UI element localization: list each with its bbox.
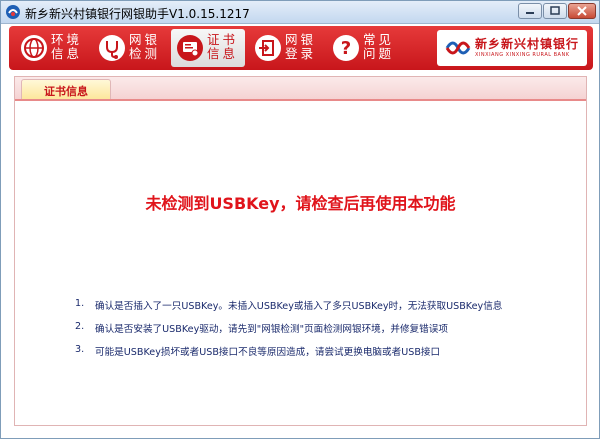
nav-cert-label: 证书 信息 xyxy=(207,32,239,61)
nav-login-label: 网银 登录 xyxy=(285,32,317,61)
app-window: 新乡新兴村镇银行网银助手V1.0.15.1217 环境 信息 网银 检测 证书 … xyxy=(0,0,600,439)
tab-strip: 证书信息 xyxy=(15,77,586,101)
bank-logo: 新乡新兴村镇银行 XINXIANG XINXING RURAL BANK xyxy=(437,30,587,66)
minimize-button[interactable] xyxy=(518,3,542,19)
content-panel: 证书信息 未检测到USBKey，请检查后再使用本功能 1. 确认是否插入了一只U… xyxy=(14,76,587,426)
nav-bank-check[interactable]: 网银 检测 xyxy=(93,29,167,67)
step-text: 确认是否安装了USBKey驱动，请先到"网银检测"页面检测网银环境，并修复错误项 xyxy=(95,324,448,335)
list-item: 3. 可能是USBKey损坏或者USB接口不良等原因造成，请尝试更换电脑或者US… xyxy=(75,344,575,367)
troubleshoot-steps: 1. 确认是否插入了一只USBKey。未插入USBKey或插入了多只USBKey… xyxy=(75,298,575,367)
login-door-icon xyxy=(255,35,281,61)
bank-emblem-icon xyxy=(445,41,471,55)
maximize-button[interactable] xyxy=(543,3,567,19)
certificate-icon xyxy=(177,35,203,61)
nav-bank-login[interactable]: 网银 登录 xyxy=(249,29,323,67)
nav-check-label: 网银 检测 xyxy=(129,32,161,61)
bank-subtitle: XINXIANG XINXING RURAL BANK xyxy=(475,52,570,58)
maximize-icon xyxy=(550,6,560,15)
app-logo-icon xyxy=(6,5,20,19)
globe-icon xyxy=(21,35,47,61)
tab-cert-info[interactable]: 证书信息 xyxy=(21,79,111,99)
tab-cert-info-label: 证书信息 xyxy=(44,85,88,98)
window-title: 新乡新兴村镇银行网银助手V1.0.15.1217 xyxy=(25,7,250,21)
step-number: 2. xyxy=(75,321,85,332)
nav-faq-label: 常见 问题 xyxy=(363,32,395,61)
question-icon: ? xyxy=(333,35,359,61)
step-text: 可能是USBKey损坏或者USB接口不良等原因造成，请尝试更换电脑或者USB接口 xyxy=(95,347,441,358)
step-text: 确认是否插入了一只USBKey。未插入USBKey或插入了多只USBKey时，无… xyxy=(95,301,503,312)
stethoscope-icon xyxy=(99,35,125,61)
bank-name: 新乡新兴村镇银行 xyxy=(475,37,580,51)
list-item: 2. 确认是否安装了USBKey驱动，请先到"网银检测"页面检测网银环境，并修复… xyxy=(75,321,575,344)
nav-env-label: 环境 信息 xyxy=(51,32,83,61)
usbkey-missing-headline: 未检测到USBKey，请检查后再使用本功能 xyxy=(145,194,456,213)
main-nav-bar: 环境 信息 网银 检测 证书 信息 网银 登录 ? 常见 问题 新乡新兴村镇银行… xyxy=(9,26,593,70)
step-number: 3. xyxy=(75,344,85,355)
title-bar[interactable]: 新乡新兴村镇银行网银助手V1.0.15.1217 xyxy=(1,1,599,24)
nav-cert-info[interactable]: 证书 信息 xyxy=(171,29,245,67)
minimize-icon xyxy=(526,12,534,14)
nav-env-info[interactable]: 环境 信息 xyxy=(15,29,89,67)
nav-faq[interactable]: ? 常见 问题 xyxy=(327,29,401,67)
close-icon xyxy=(577,6,587,16)
close-button[interactable] xyxy=(568,3,596,19)
step-number: 1. xyxy=(75,298,85,309)
svg-text:?: ? xyxy=(341,38,351,59)
list-item: 1. 确认是否插入了一只USBKey。未插入USBKey或插入了多只USBKey… xyxy=(75,298,575,321)
